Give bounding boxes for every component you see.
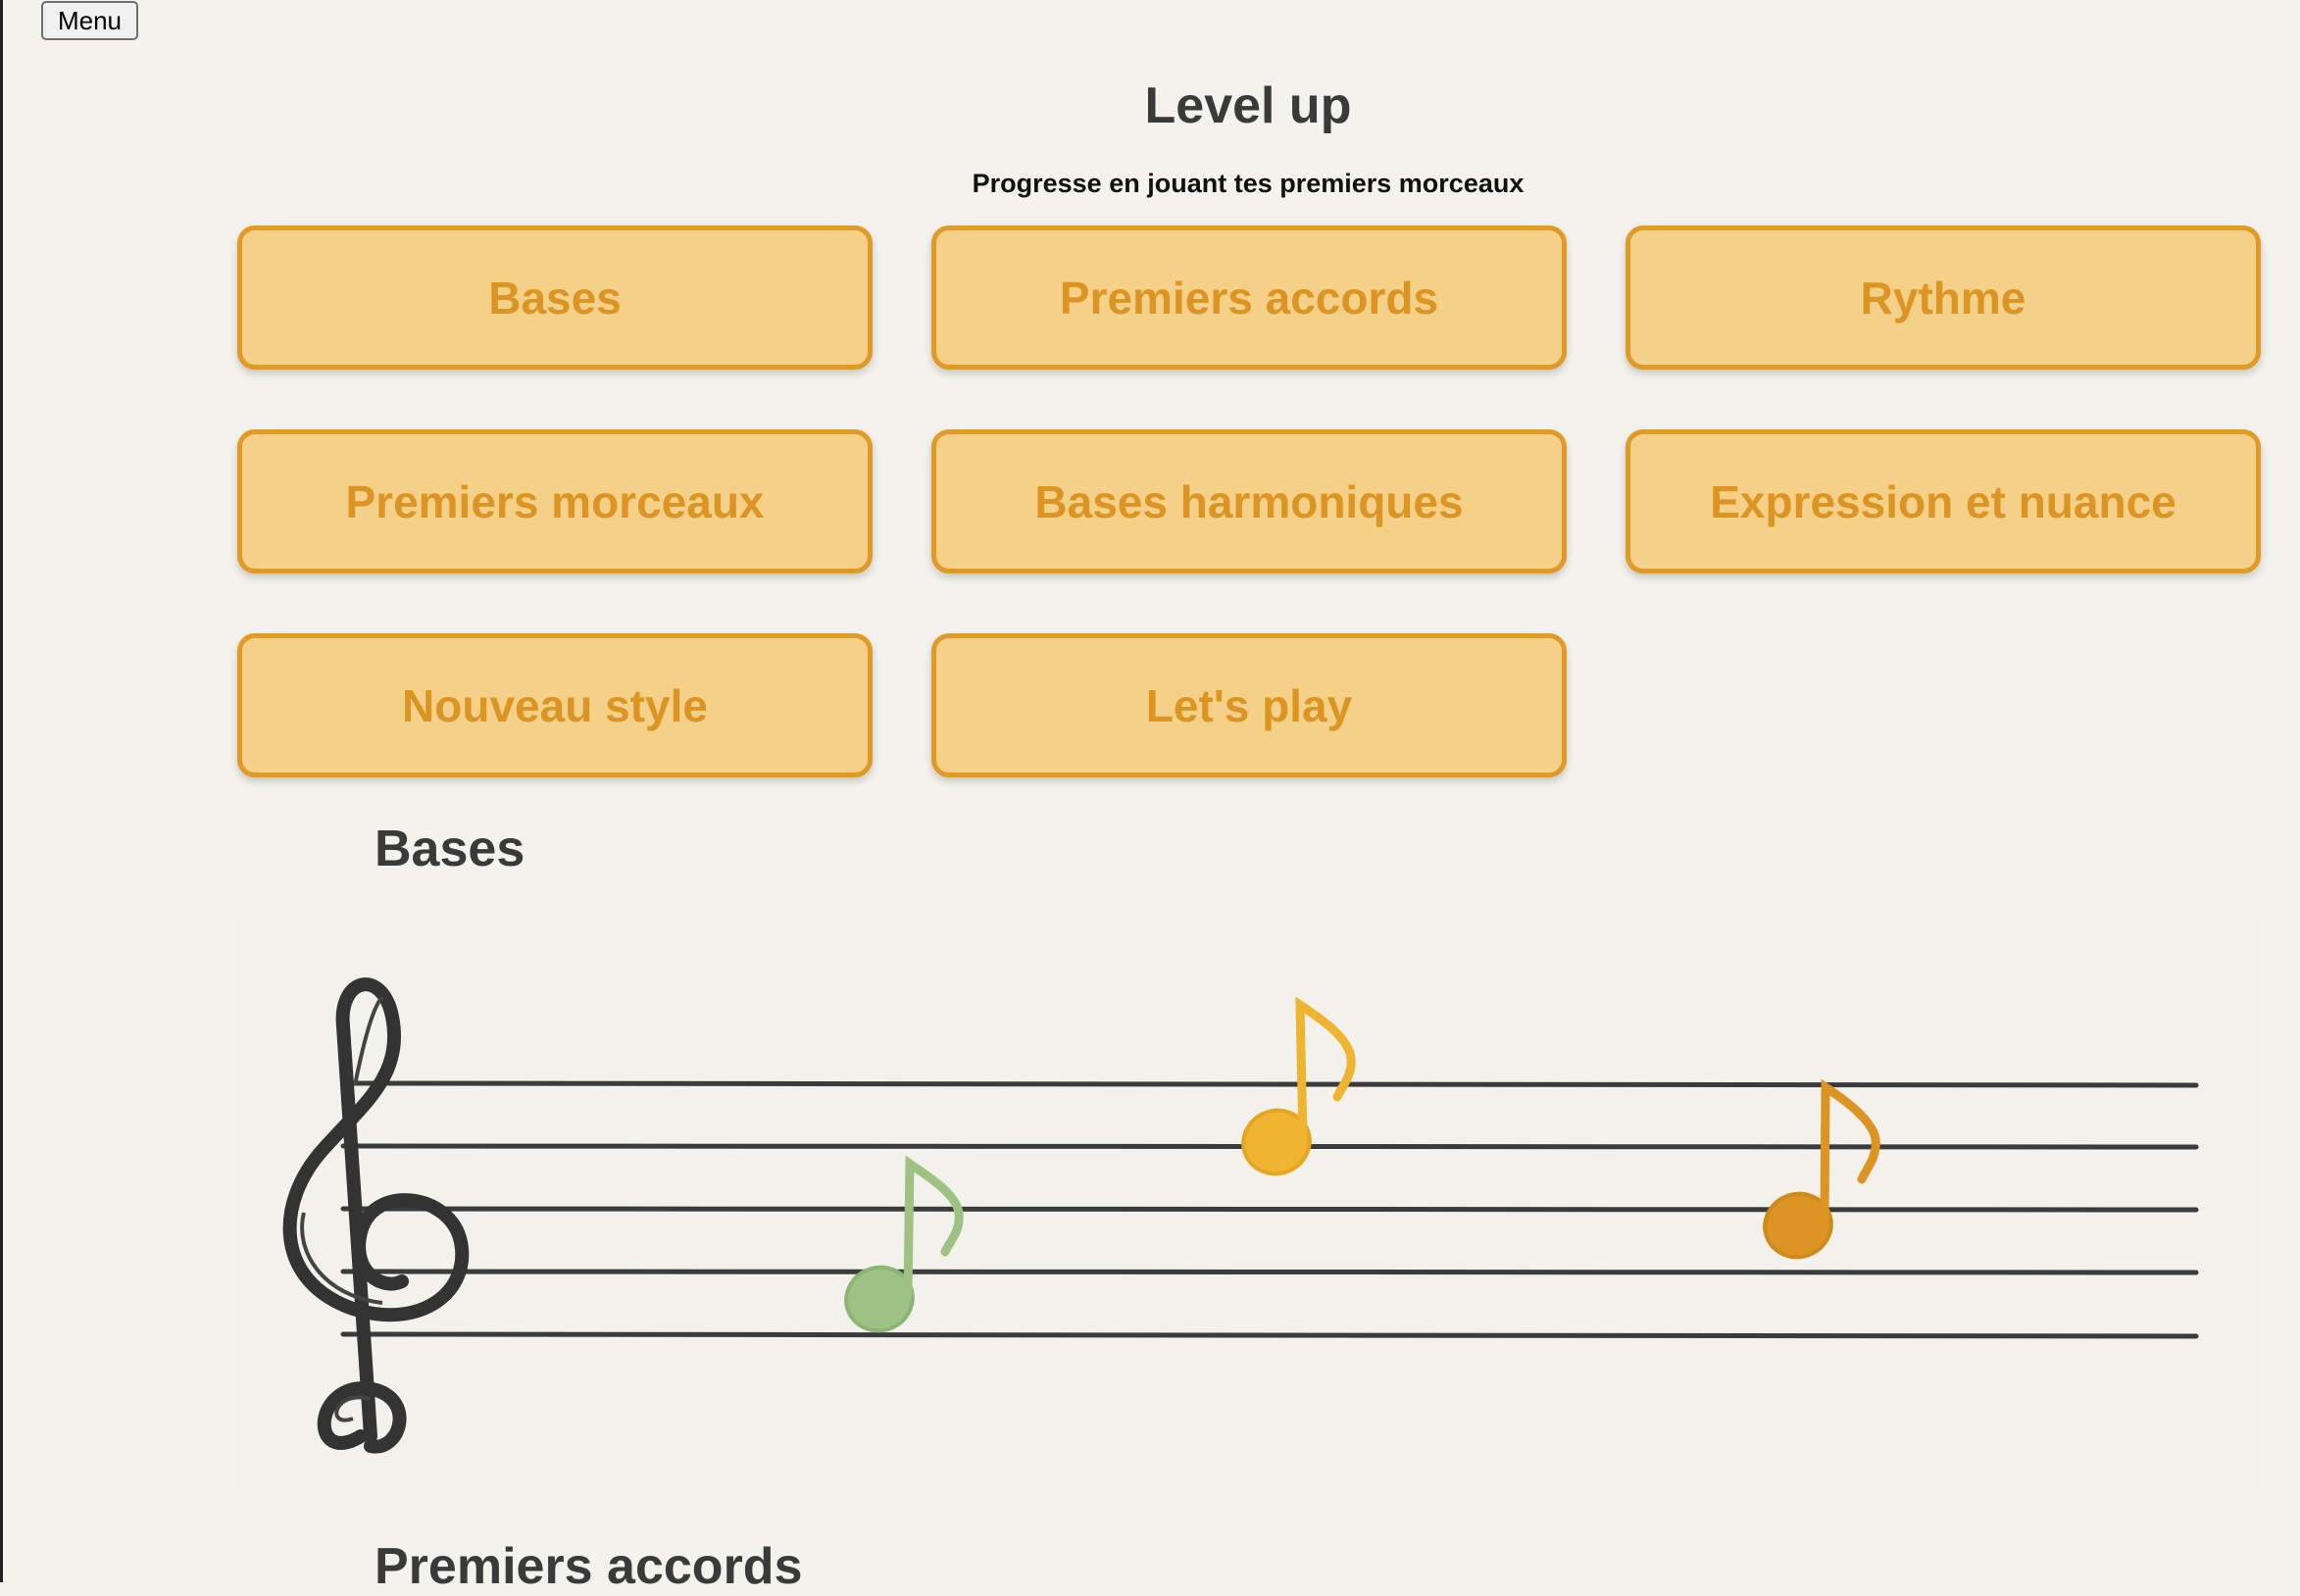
level-card-rythme[interactable]: Rythme: [1625, 225, 2261, 370]
menu-button[interactable]: Menu: [41, 1, 138, 40]
treble-clef: [282, 977, 470, 1454]
note-yellow: [1241, 996, 1356, 1176]
level-card-premiers-morceaux[interactable]: Premiers morceaux: [237, 429, 873, 574]
window-edge: [0, 0, 3, 1582]
section-heading-bases: Bases: [375, 821, 525, 877]
level-grid: Bases Premiers accords Rythme Premiers m…: [237, 225, 2261, 777]
level-card-expression-et-nuance[interactable]: Expression et nuance: [1625, 429, 2261, 574]
note-green: [844, 1155, 964, 1333]
page-title: Level up: [1144, 77, 1352, 134]
level-card-nouveau-style[interactable]: Nouveau style: [237, 633, 873, 777]
section-heading-premiers-accords: Premiers accords: [375, 1538, 803, 1595]
level-card-bases[interactable]: Bases: [237, 225, 873, 370]
treble-clef-staff-icon: [235, 919, 2259, 1492]
level-card-lets-play[interactable]: Let's play: [931, 633, 1567, 777]
note-orange: [1763, 1078, 1880, 1260]
level-card-bases-harmoniques[interactable]: Bases harmoniques: [931, 429, 1567, 574]
page-subtitle: Progresse en jouant tes premiers morceau…: [972, 169, 1525, 198]
level-card-premiers-accords[interactable]: Premiers accords: [931, 225, 1567, 370]
